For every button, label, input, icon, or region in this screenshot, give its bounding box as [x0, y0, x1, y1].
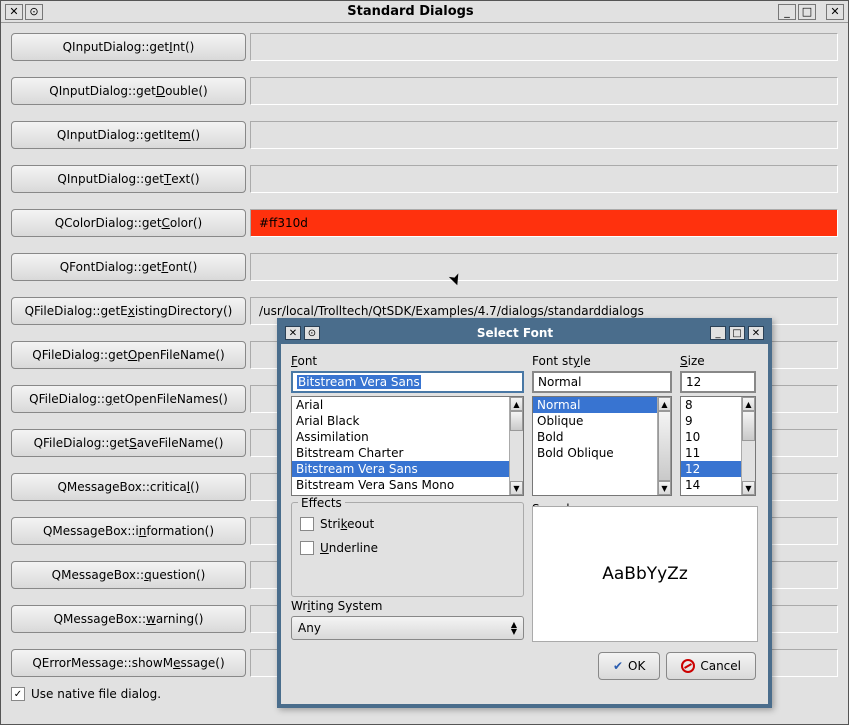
font-dialog: ✕ ⊙ Select Font _ □ ✕ Font Bitstream Ver… — [277, 318, 772, 708]
sample-group: Sample AaBbYyZz — [532, 502, 758, 642]
writing-system-combo[interactable]: Any ▲▼ — [291, 616, 524, 640]
dialog-button[interactable]: QMessageBox::warning() — [11, 605, 246, 633]
dialog-button[interactable]: QFileDialog::getOpenFileNames() — [11, 385, 246, 413]
font-scrollbar[interactable]: ▲ ▼ — [509, 397, 523, 495]
scroll-down-icon[interactable]: ▼ — [658, 481, 671, 495]
checkmark-icon: ✔ — [613, 659, 623, 673]
list-item[interactable]: Oblique — [533, 413, 657, 429]
list-item[interactable]: Bold — [533, 429, 657, 445]
fd-app-menu-icon[interactable]: ✕ — [285, 326, 301, 340]
scroll-down-icon[interactable]: ▼ — [510, 481, 523, 495]
list-item[interactable]: 9 — [681, 413, 741, 429]
app-menu-icon[interactable]: ✕ — [5, 4, 23, 20]
chevron-down-icon: ▼ — [511, 628, 517, 635]
dialog-button[interactable]: QColorDialog::getColor() — [11, 209, 246, 237]
list-item[interactable]: 12 — [681, 461, 741, 477]
dialog-button[interactable]: QMessageBox::critical() — [11, 473, 246, 501]
dialog-button[interactable]: QInputDialog::getDouble() — [11, 77, 246, 105]
native-dialog-label: Use native file dialog. — [31, 687, 161, 701]
dialog-button[interactable]: QInputDialog::getItem() — [11, 121, 246, 149]
font-style-label: Font style — [532, 354, 672, 368]
font-label: Font — [291, 354, 524, 368]
list-item[interactable]: Assimilation — [292, 429, 509, 445]
dialog-button[interactable]: QFileDialog::getSaveFileName() — [11, 429, 246, 457]
sample-preview: AaBbYyZz — [532, 506, 758, 642]
cancel-icon — [681, 659, 695, 673]
pin-icon[interactable]: ⊙ — [25, 4, 43, 20]
fd-minimize-button[interactable]: _ — [710, 326, 726, 340]
dialog-button[interactable]: QFileDialog::getExistingDirectory() — [11, 297, 246, 325]
dialog-button[interactable]: QErrorMessage::showMessage() — [11, 649, 246, 677]
dialog-button[interactable]: QFileDialog::getOpenFileName() — [11, 341, 246, 369]
list-item[interactable]: Bitstream Vera Sans Mono — [292, 477, 509, 493]
list-item[interactable]: Arial Black — [292, 413, 509, 429]
cancel-button[interactable]: Cancel — [666, 652, 756, 680]
list-item[interactable]: 11 — [681, 445, 741, 461]
font-style-input[interactable]: Normal — [532, 371, 672, 393]
result-field — [250, 253, 838, 281]
dialog-button[interactable]: QFontDialog::getFont() — [11, 253, 246, 281]
window-title: Standard Dialogs — [45, 4, 776, 19]
dialog-button[interactable]: QMessageBox::information() — [11, 517, 246, 545]
writing-system-label: Writing System — [291, 599, 524, 613]
maximize-button[interactable]: □ — [798, 4, 816, 20]
list-item[interactable]: Arial — [292, 397, 509, 413]
font-dialog-title: Select Font — [323, 326, 707, 340]
main-titlebar: ✕ ⊙ Standard Dialogs _ □ ✕ — [1, 1, 848, 23]
result-field — [250, 165, 838, 193]
ok-button[interactable]: ✔ OK — [598, 652, 660, 680]
style-scrollbar[interactable]: ▲ ▼ — [657, 397, 671, 495]
close-button[interactable]: ✕ — [826, 4, 844, 20]
font-input[interactable]: Bitstream Vera Sans — [291, 371, 524, 393]
scroll-up-icon[interactable]: ▲ — [510, 397, 523, 411]
effects-label: Effects — [298, 496, 345, 510]
scroll-down-icon[interactable]: ▼ — [742, 481, 755, 495]
dialog-button[interactable]: QInputDialog::getInt() — [11, 33, 246, 61]
strikeout-label: Strikeout — [320, 517, 374, 531]
underline-checkbox[interactable] — [300, 541, 314, 555]
fd-maximize-button[interactable]: □ — [729, 326, 745, 340]
result-field — [250, 121, 838, 149]
result-field — [250, 33, 838, 61]
list-item[interactable]: Bitstream Vera Sans — [292, 461, 509, 477]
font-style-list[interactable]: NormalObliqueBoldBold Oblique — [533, 397, 657, 495]
dialog-button[interactable]: QMessageBox::question() — [11, 561, 246, 589]
fd-close-button[interactable]: ✕ — [748, 326, 764, 340]
fd-pin-icon[interactable]: ⊙ — [304, 326, 320, 340]
list-item[interactable]: 8 — [681, 397, 741, 413]
font-list[interactable]: ArialArial BlackAssimilationBitstream Ch… — [292, 397, 509, 495]
result-field — [250, 77, 838, 105]
list-item[interactable]: Bold Oblique — [533, 445, 657, 461]
result-field: #ff310d — [250, 209, 838, 237]
font-dialog-titlebar: ✕ ⊙ Select Font _ □ ✕ — [281, 322, 768, 344]
list-item[interactable]: Normal — [533, 397, 657, 413]
size-input[interactable]: 12 — [680, 371, 756, 393]
native-dialog-checkbox[interactable]: ✓ — [11, 687, 25, 701]
size-scrollbar[interactable]: ▲ ▼ — [741, 397, 755, 495]
scroll-up-icon[interactable]: ▲ — [658, 397, 671, 411]
effects-group: Effects Strikeout Underline — [291, 502, 524, 597]
scroll-up-icon[interactable]: ▲ — [742, 397, 755, 411]
size-label: Size — [680, 354, 756, 368]
underline-label: Underline — [320, 541, 378, 555]
minimize-button[interactable]: _ — [778, 4, 796, 20]
list-item[interactable]: Bitstream Charter — [292, 445, 509, 461]
list-item[interactable]: 14 — [681, 477, 741, 493]
dialog-button[interactable]: QInputDialog::getText() — [11, 165, 246, 193]
list-item[interactable]: 10 — [681, 429, 741, 445]
size-list[interactable]: 8910111214 — [681, 397, 741, 495]
strikeout-checkbox[interactable] — [300, 517, 314, 531]
